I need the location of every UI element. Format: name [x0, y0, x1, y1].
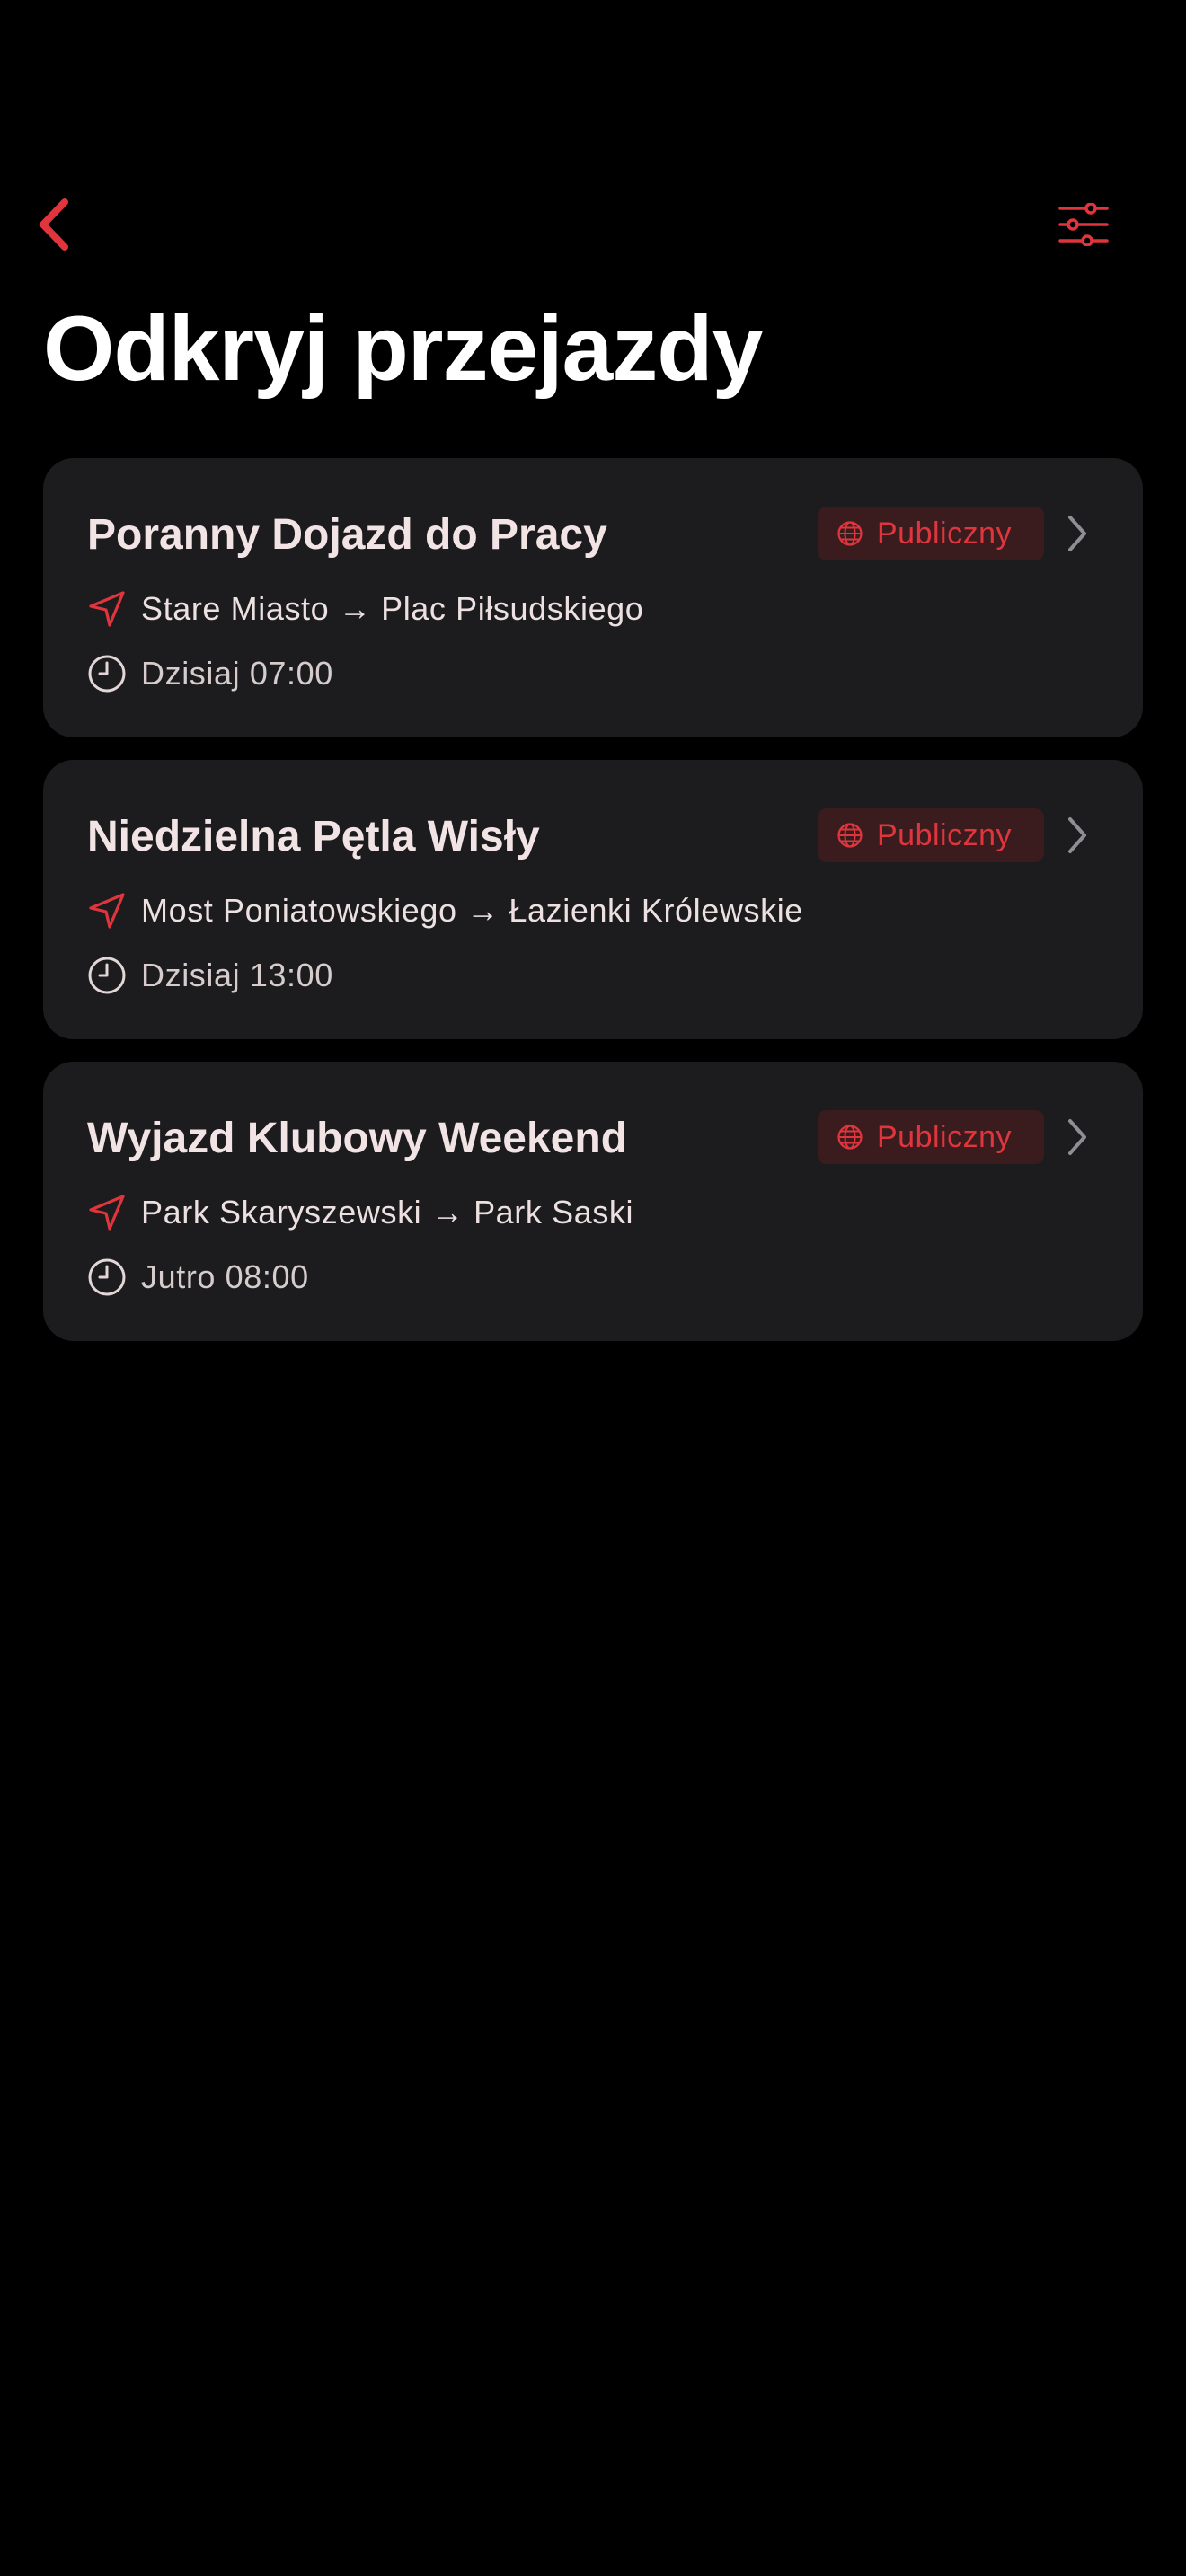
- visibility-badge: Publiczny: [818, 808, 1044, 862]
- globe-icon: [836, 1123, 864, 1151]
- ride-list: Poranny Dojazd do Pracy Publiczny Stare …: [43, 458, 1143, 1363]
- ride-title: Niedzielna Pętla Wisły: [87, 813, 540, 860]
- chevron-right-icon: [1068, 1119, 1086, 1155]
- ride-title: Wyjazd Klubowy Weekend: [87, 1115, 628, 1162]
- ride-card[interactable]: Poranny Dojazd do Pracy Publiczny Stare …: [43, 458, 1143, 737]
- clock-icon: [87, 654, 127, 693]
- chevron-right-icon: [1068, 817, 1086, 853]
- ride-card[interactable]: Wyjazd Klubowy Weekend Publiczny Park Sk…: [43, 1062, 1143, 1341]
- navigation-bar: [0, 180, 1186, 269]
- navigation-arrow-icon: [87, 891, 127, 931]
- chevron-right-icon: [1068, 516, 1086, 551]
- time-row: Dzisiaj 07:00: [87, 651, 333, 696]
- visibility-badge: Publiczny: [818, 1110, 1044, 1164]
- time-row: Dzisiaj 13:00: [87, 953, 333, 998]
- ride-card[interactable]: Niedzielna Pętla Wisły Publiczny Most Po…: [43, 760, 1143, 1039]
- globe-icon: [836, 519, 864, 548]
- visibility-label: Publiczny: [877, 1119, 1013, 1154]
- route-text: Stare Miasto → Plac Piłsudskiego: [141, 590, 644, 627]
- route-row: Stare Miasto → Plac Piłsudskiego: [87, 587, 643, 631]
- clock-icon: [87, 956, 127, 995]
- visibility-label: Publiczny: [877, 516, 1013, 551]
- visibility-label: Publiczny: [877, 817, 1013, 852]
- filter-button[interactable]: [1051, 198, 1116, 251]
- visibility-badge: Publiczny: [818, 507, 1044, 560]
- time-row: Jutro 08:00: [87, 1255, 309, 1300]
- time-text: Dzisiaj 07:00: [141, 655, 333, 692]
- time-text: Jutro 08:00: [141, 1258, 309, 1295]
- sliders-icon: [1058, 203, 1109, 246]
- navigation-arrow-icon: [87, 1193, 127, 1232]
- chevron-left-icon: [40, 198, 68, 251]
- clock-icon: [87, 1257, 127, 1297]
- page-title: Odkryj przejazdy: [43, 297, 763, 400]
- globe-icon: [836, 821, 864, 850]
- time-text: Dzisiaj 13:00: [141, 957, 333, 993]
- back-button[interactable]: [27, 192, 81, 257]
- navigation-arrow-icon: [87, 589, 127, 629]
- route-row: Park Skaryszewski → Park Saski: [87, 1190, 633, 1235]
- route-text: Most Poniatowskiego → Łazienki Królewski…: [141, 892, 803, 929]
- ride-title: Poranny Dojazd do Pracy: [87, 511, 607, 559]
- route-text: Park Skaryszewski → Park Saski: [141, 1194, 634, 1231]
- route-row: Most Poniatowskiego → Łazienki Królewski…: [87, 888, 803, 933]
